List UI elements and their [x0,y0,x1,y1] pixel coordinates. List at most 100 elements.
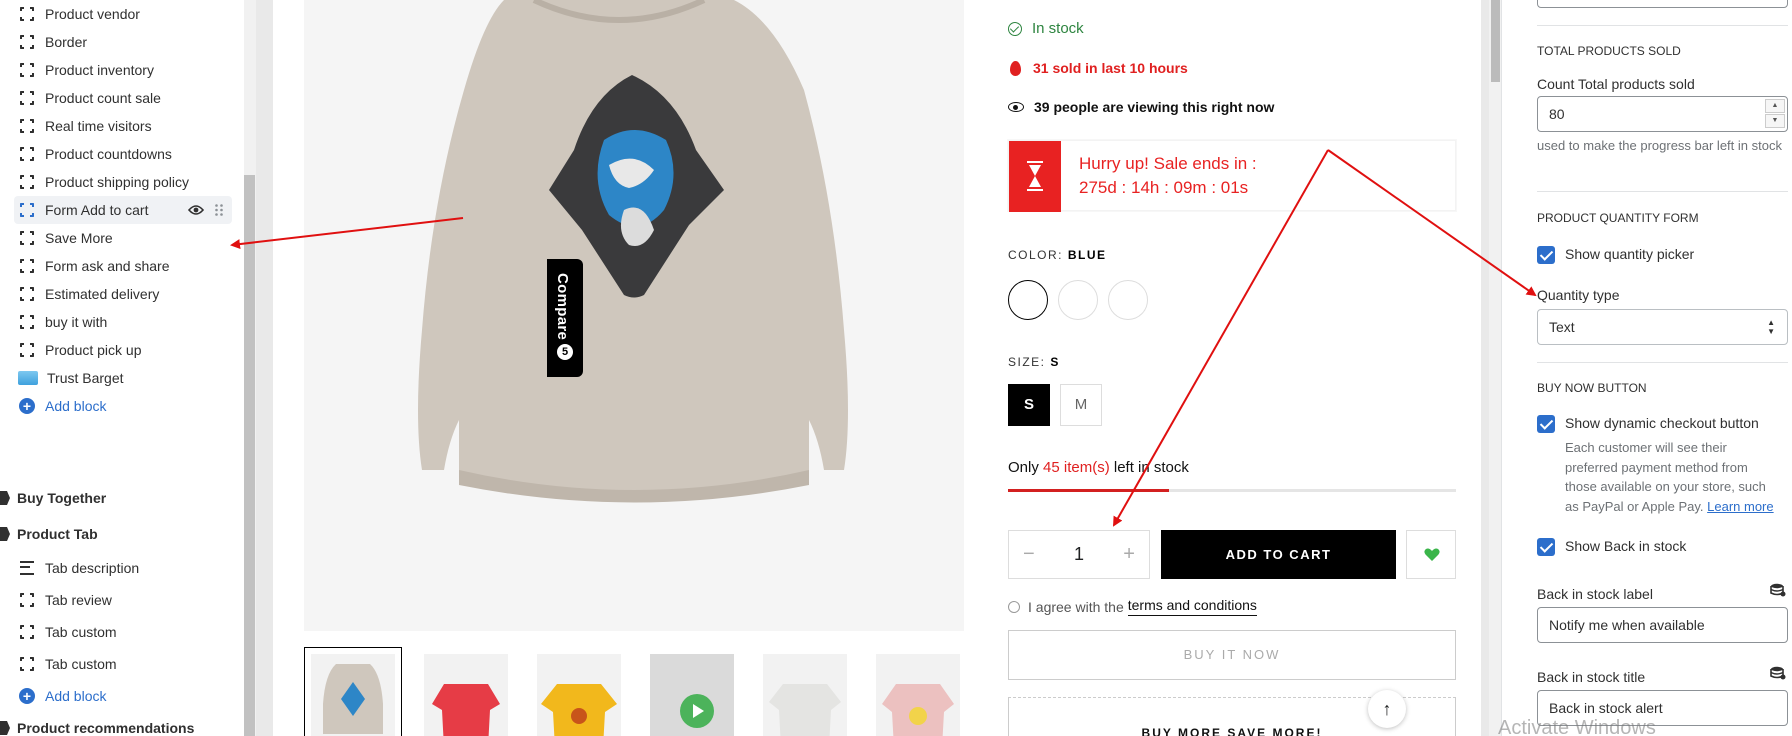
section-product-tab[interactable]: Product Tab [0,520,98,548]
in-stock-status: In stock [1008,20,1084,37]
size-label: SIZE: S [1008,355,1060,369]
image-icon [18,371,38,385]
qty-type-label: Quantity type [1537,287,1620,303]
qty-form-heading: PRODUCT QUANTITY FORM [1537,211,1699,225]
block-icon [19,342,35,358]
block-product-count-sale[interactable]: Product count sale [14,84,232,112]
back-label-input[interactable]: Notify me when available [1537,607,1788,643]
block-trust-barget[interactable]: Trust Barget [14,364,232,392]
preview-scrollbar[interactable] [1489,0,1501,736]
thumbnail-5[interactable] [756,647,854,736]
compare-tab[interactable]: Compare 5 [547,259,583,377]
database-icon[interactable] [1770,666,1786,680]
product-main-image[interactable] [304,0,964,631]
terms-link[interactable]: terms and conditions [1127,597,1257,616]
block-product-countdowns[interactable]: Product countdowns [14,140,232,168]
block-save-more[interactable]: Save More [14,224,232,252]
block-tab-review[interactable]: Tab review [14,586,232,614]
count-help: used to make the progress bar left in st… [1537,138,1782,153]
stock-progress-bar [1008,489,1456,492]
block-product-pick-up[interactable]: Product pick up [14,336,232,364]
block-icon [19,90,35,106]
block-form-ask-and-share[interactable]: Form ask and share [14,252,232,280]
block-label: Border [45,34,88,50]
back-title-label: Back in stock title [1537,669,1646,685]
show-quantity-picker[interactable]: Show quantity picker [1537,246,1694,264]
block-estimated-delivery[interactable]: Estimated delivery [14,280,232,308]
sidebar-scrollbar-thumb[interactable] [244,175,255,736]
add-to-cart-button[interactable]: ADD TO CART [1161,530,1396,579]
block-border[interactable]: Border [14,28,232,56]
block-form-add-to-cart[interactable]: Form Add to cart [14,196,232,224]
block-tab-custom[interactable]: Tab custom [14,650,232,678]
block-tab-description[interactable]: Tab description [14,554,232,582]
block-label: Form Add to cart [45,202,149,218]
size-value: S [1050,355,1060,369]
terms-agree[interactable]: I agree with the terms and conditions [1008,597,1257,616]
spin-up-icon[interactable]: ▲ [1765,99,1785,113]
thumbnail-6[interactable] [869,647,967,736]
block-product-vendor[interactable]: Product vendor [14,0,232,28]
quantity-value[interactable]: 1 [1074,544,1084,565]
number-spinner[interactable]: ▲ ▼ [1765,99,1785,129]
thumbnail-2[interactable] [417,647,515,736]
wishlist-button[interactable] [1406,530,1456,579]
checkbox-label: Show Back in stock [1565,538,1687,554]
checkbox-icon[interactable] [1537,415,1555,433]
block-icon [19,62,35,78]
arrow-up-icon: ↑ [1382,699,1392,719]
minus-button[interactable]: − [1023,543,1035,566]
add-block-label: Add block [45,398,107,414]
add-block-button[interactable]: + Add block [14,682,232,710]
buy-now-heading: BUY NOW BUTTON [1537,381,1647,395]
quantity-stepper[interactable]: − 1 + [1008,530,1150,579]
database-icon[interactable] [1770,583,1786,597]
stock-progress-fill [1008,489,1170,492]
buy-it-now-button[interactable]: BUY IT NOW [1008,630,1456,680]
play-icon[interactable] [680,694,714,728]
checkbox-icon[interactable] [1537,246,1555,264]
section-buy-together[interactable]: Buy Together [0,484,106,512]
input-value: Back in stock alert [1549,700,1663,716]
color-swatch-1[interactable] [1008,280,1048,320]
color-swatch-3[interactable] [1108,280,1148,320]
checkbox-icon[interactable] [1537,538,1555,556]
thumbnail-image [763,654,847,736]
eye-icon[interactable] [188,204,204,216]
back-to-top-button[interactable]: ↑ [1368,690,1406,728]
color-swatch-2[interactable] [1058,280,1098,320]
thumbnail-3[interactable] [530,647,628,736]
previous-input[interactable] [1537,0,1788,8]
thumbnail-1[interactable] [304,647,402,736]
size-option-s[interactable]: S [1008,384,1050,426]
learn-more-link[interactable]: Learn more [1707,499,1773,514]
block-real-time-visitors[interactable]: Real time visitors [14,112,232,140]
block-tab-custom[interactable]: Tab custom [14,618,232,646]
block-icon [19,6,35,22]
quantity-type-select[interactable]: Text ▲ ▼ [1537,309,1788,345]
block-product-shipping-policy[interactable]: Product shipping policy [14,168,232,196]
section-label: Buy Together [17,490,107,506]
thumbnail-image [537,654,621,736]
fire-icon [1010,60,1021,76]
show-back-in-stock[interactable]: Show Back in stock [1537,538,1686,556]
count-input[interactable]: 80 ▲ ▼ [1537,96,1788,132]
block-label: Tab custom [45,624,117,640]
add-block-button[interactable]: + Add block [14,392,232,420]
add-circle-icon: + [19,688,35,704]
block-product-inventory[interactable]: Product inventory [14,56,232,84]
thumbnail-video[interactable] [643,647,741,736]
block-icon [19,624,35,640]
section-product-recommendations[interactable]: Product recommendations [0,714,194,736]
drag-handle-icon[interactable] [214,203,224,217]
preview-scrollbar-thumb[interactable] [1491,0,1500,82]
countdown-timer: 275d : 14h : 09m : 01s [1079,178,1249,197]
agree-radio[interactable] [1008,600,1020,613]
show-dynamic-checkout[interactable]: Show dynamic checkout button [1537,415,1759,433]
size-option-m[interactable]: M [1060,384,1102,426]
plus-button[interactable]: + [1123,543,1135,566]
sweatshirt-image [418,0,848,503]
block-buy-it-with[interactable]: buy it with [14,308,232,336]
spin-down-icon[interactable]: ▼ [1765,114,1785,128]
block-label: Real time visitors [45,118,152,134]
